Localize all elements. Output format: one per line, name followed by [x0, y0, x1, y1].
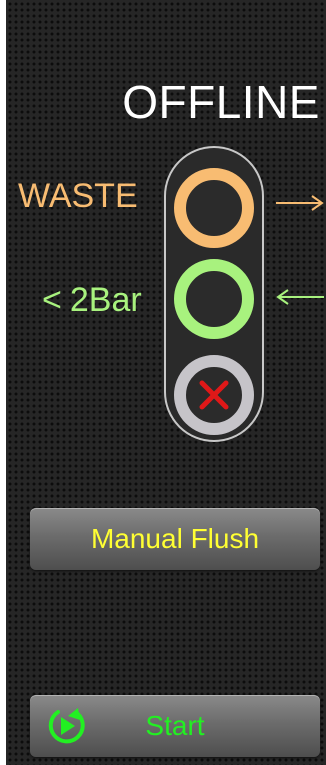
pressure-prefix: <	[42, 281, 62, 319]
pressure-label: <2Bar	[42, 280, 142, 320]
pressure-value: 2Bar	[69, 281, 142, 319]
start-button[interactable]: Start	[30, 695, 320, 757]
pressure-indicator	[174, 259, 254, 339]
waste-label: WASTE	[18, 177, 138, 215]
manual-flush-button[interactable]: Manual Flush	[30, 508, 320, 570]
cross-icon	[199, 380, 229, 410]
indicator-stack	[164, 146, 264, 442]
status-label: OFFLINE	[122, 76, 320, 128]
fault-indicator	[174, 355, 254, 435]
arrow-right-icon	[276, 195, 324, 211]
manual-flush-label: Manual Flush	[90, 523, 260, 554]
flush-control-panel: OFFLINE WASTE <2Bar Manual Flush Start	[6, 0, 326, 765]
arrow-left-icon	[276, 289, 324, 305]
waste-indicator	[174, 168, 254, 248]
start-label: Start	[145, 710, 205, 741]
